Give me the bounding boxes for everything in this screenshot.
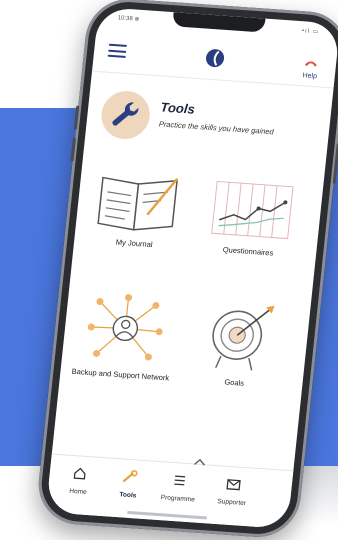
tab-label: Programme	[160, 494, 196, 504]
chart-icon	[211, 180, 294, 240]
wrench-icon	[122, 469, 138, 483]
status-time: 10:38 ⊗	[117, 15, 140, 23]
tab-label: Tools	[119, 491, 137, 500]
tab-supporter[interactable]: Supporter	[209, 476, 256, 508]
mail-icon	[226, 479, 241, 491]
tools-icon-badge	[99, 89, 153, 141]
app-screen: 10:38 ⊗ •ıl ▭ Help Tools Practice the sk…	[45, 6, 338, 530]
chevron-up-icon[interactable]	[192, 456, 207, 467]
list-icon	[174, 475, 186, 486]
tools-title: Tools	[159, 99, 196, 117]
tile-label: Backup and Support Network	[71, 366, 170, 383]
tab-label: Home	[68, 487, 87, 496]
network-icon	[87, 294, 163, 361]
menu-icon[interactable]	[107, 43, 127, 58]
tools-section-header: Tools Practice the skills you have gaine…	[98, 89, 323, 160]
app-logo	[206, 49, 225, 68]
home-icon	[73, 467, 86, 480]
tab-label: Supporter	[217, 498, 247, 508]
phone-icon	[304, 61, 317, 67]
journal-icon	[97, 176, 179, 231]
target-icon	[212, 305, 275, 371]
tile-my-journal[interactable]: My Journal	[82, 167, 194, 253]
tile-label: My Journal	[115, 237, 154, 250]
phone-mockup: 10:38 ⊗ •ıl ▭ Help Tools Practice the sk…	[34, 0, 338, 540]
help-button[interactable]: Help	[296, 53, 325, 81]
tab-programme[interactable]: Programme	[155, 472, 202, 504]
wrench-icon	[112, 102, 139, 126]
tile-goals[interactable]: Goals	[182, 296, 295, 392]
tile-label: Questionnaires	[222, 245, 274, 258]
tile-backup-support-network[interactable]: Backup and Support Network	[68, 288, 181, 384]
tile-label: Goals	[223, 377, 245, 388]
home-indicator	[126, 510, 208, 520]
tab-home[interactable]: Home	[56, 465, 103, 497]
status-signal: •ıl ▭	[301, 28, 320, 36]
help-label: Help	[302, 72, 318, 81]
tile-questionnaires[interactable]: Questionnaires	[196, 175, 308, 261]
tab-tools[interactable]: Tools	[106, 468, 153, 500]
tools-subtitle: Practice the skills you have gained	[158, 119, 275, 137]
